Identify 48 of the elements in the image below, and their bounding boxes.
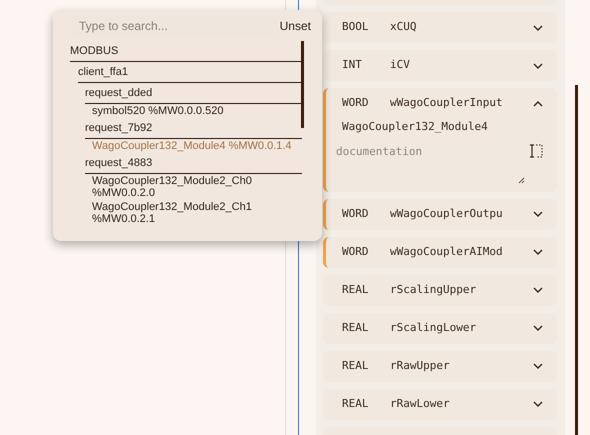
scrollbar-thumb[interactable]: [575, 85, 578, 435]
documentation-field[interactable]: documentation: [336, 144, 543, 184]
variable-card[interactable]: BOOL xCUQ: [323, 12, 557, 43]
variable-name: wWagoCouplerOutpu: [390, 206, 504, 222]
variable-card[interactable]: WORD wWagoCouplerAIMod: [323, 236, 557, 268]
chevron-down-icon[interactable]: [533, 287, 543, 293]
variable-name: iCV: [390, 57, 411, 74]
variable-type: WORD: [342, 244, 370, 260]
variable-name: rScalingUpper: [390, 282, 478, 298]
chevron-down-icon[interactable]: [533, 62, 543, 68]
unset-button[interactable]: Unset: [278, 17, 312, 35]
tree-group[interactable]: request_4883: [85, 153, 302, 174]
variable-card[interactable]: WORD wWagoCouplerInput WagoCoupler132_Module4 documentation: [323, 88, 557, 192]
resize-handle-icon[interactable]: [518, 176, 525, 184]
chevron-down-icon[interactable]: [533, 211, 543, 217]
tree-leaf[interactable]: WagoCoupler132_Module2_Ch1 %MW0.0.2.1: [92, 201, 294, 225]
variable-card[interactable]: WORD wWagoCouplerOutpu: [323, 198, 557, 230]
variable-name: wWagoCouplerAIMod: [390, 244, 504, 260]
variable-type: REAL: [342, 358, 370, 374]
variable-type: REAL: [342, 282, 370, 298]
tree-leaf[interactable]: WagoCoupler132_Module2_Ch0 %MW0.0.2.0: [92, 175, 294, 199]
variable-type: REAL: [342, 396, 370, 412]
variable-name: rRawLower: [390, 396, 451, 412]
variable-type: INT: [342, 57, 363, 74]
variable-type: WORD: [342, 206, 370, 222]
mapping-label: WagoCoupler132_Module4: [342, 119, 489, 135]
text-cursor-icon[interactable]: [529, 144, 543, 158]
variable-name: rScalingLower: [390, 320, 478, 336]
variable-name: rRawUpper: [390, 358, 451, 374]
chevron-down-icon[interactable]: [533, 325, 543, 331]
variable-type: WORD: [342, 95, 370, 112]
tree-leaf[interactable]: symbol520 %MW0.0.0.520: [92, 105, 294, 117]
variable-type: REAL: [342, 320, 370, 336]
tree-group[interactable]: request_7b92: [85, 118, 302, 139]
chevron-up-icon[interactable]: [533, 100, 543, 106]
variable-name: xCUQ: [390, 19, 418, 36]
scrollbar-thumb[interactable]: [301, 41, 304, 128]
variable-name: wWagoCouplerInput: [390, 95, 504, 112]
chevron-down-icon[interactable]: [533, 24, 543, 30]
variable-card[interactable]: REAL rScalingUpper: [323, 274, 557, 306]
variable-card[interactable]: REAL rRawLower: [323, 388, 557, 420]
chevron-down-icon[interactable]: [533, 363, 543, 369]
variable-card[interactable]: INT iCV: [323, 50, 557, 81]
variable-type: BOOL: [342, 19, 370, 36]
variable-card[interactable]: REAL rScalingLower: [323, 312, 557, 344]
variable-card[interactable]: REAL rRawUpper: [323, 350, 557, 382]
chevron-down-icon[interactable]: [533, 401, 543, 407]
chevron-down-icon[interactable]: [533, 249, 543, 255]
